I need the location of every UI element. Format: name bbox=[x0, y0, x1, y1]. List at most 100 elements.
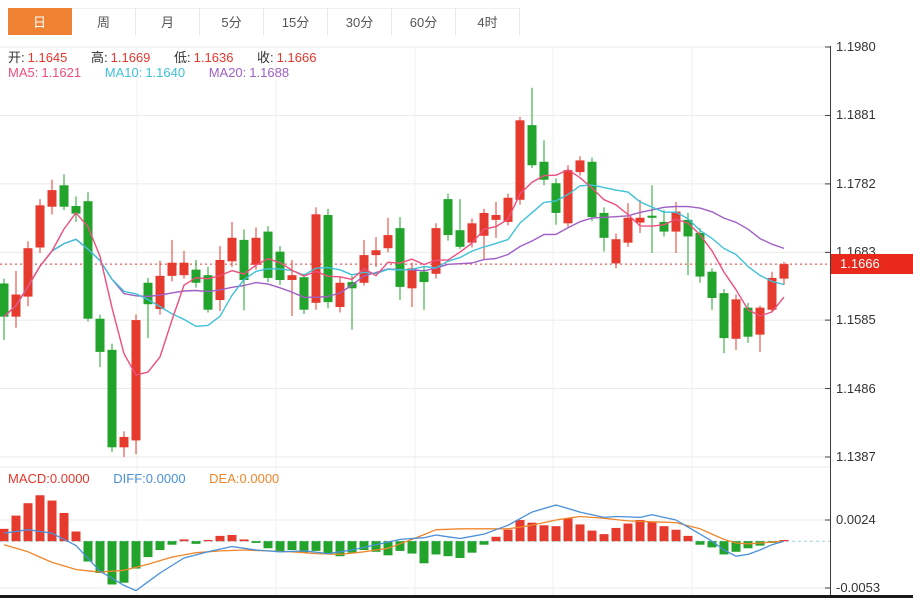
macd-bar bbox=[36, 495, 45, 541]
candle bbox=[576, 156, 585, 175]
macd-bar bbox=[168, 541, 177, 545]
candle bbox=[768, 272, 777, 313]
candle bbox=[636, 200, 645, 233]
diff-label: DIFF: bbox=[113, 471, 146, 486]
close-label: 收: bbox=[257, 50, 274, 65]
open-value: 1.1645 bbox=[28, 50, 68, 65]
candle bbox=[732, 295, 741, 350]
macd-bar bbox=[408, 541, 417, 553]
macd-bar bbox=[288, 541, 297, 550]
candle bbox=[144, 278, 153, 338]
tab-60分[interactable]: 60分 bbox=[392, 8, 456, 35]
tab-5分[interactable]: 5分 bbox=[200, 8, 264, 35]
axis-tick-label: 1.1387 bbox=[836, 449, 876, 464]
candle bbox=[300, 274, 309, 314]
tab-周[interactable]: 周 bbox=[72, 8, 136, 35]
axis-tick-label: 1.1782 bbox=[836, 176, 876, 191]
timeframe-tab-bar: 日周月5分15分30分60分4时 bbox=[0, 0, 913, 40]
macd-bar bbox=[180, 539, 189, 541]
candle bbox=[432, 223, 441, 278]
candle bbox=[228, 222, 237, 267]
macd-bar bbox=[516, 520, 525, 541]
candle bbox=[612, 234, 621, 269]
tab-月[interactable]: 月 bbox=[136, 8, 200, 35]
macd-bar bbox=[564, 518, 573, 541]
ma10-value: 1.1640 bbox=[145, 65, 185, 80]
macd-bar bbox=[588, 531, 597, 542]
candle bbox=[120, 431, 129, 457]
last-price-badge: 1.1666 bbox=[831, 254, 913, 274]
candle bbox=[24, 241, 33, 306]
tab-日[interactable]: 日 bbox=[8, 8, 72, 35]
price-axis bbox=[825, 46, 831, 596]
candle bbox=[132, 315, 141, 455]
bottom-divider bbox=[0, 595, 913, 598]
macd-bar bbox=[576, 524, 585, 541]
macd-bar bbox=[624, 524, 633, 542]
candle bbox=[588, 158, 597, 222]
axis-tick-label: 1.1585 bbox=[836, 312, 876, 327]
tab-30分[interactable]: 30分 bbox=[328, 8, 392, 35]
candle bbox=[600, 207, 609, 251]
axis-tick-label: 1.1980 bbox=[836, 39, 876, 54]
macd-header: MACD:0.0000 DIFF:0.0000 DEA:0.0000 bbox=[8, 471, 282, 486]
macd-bar bbox=[24, 503, 33, 541]
macd-bar bbox=[660, 526, 669, 541]
chart-canvas[interactable] bbox=[0, 0, 913, 602]
tab-4时[interactable]: 4时 bbox=[456, 8, 520, 35]
gridlines bbox=[0, 47, 830, 595]
macd-bar bbox=[636, 520, 645, 541]
macd-bar bbox=[432, 541, 441, 554]
candle bbox=[348, 276, 357, 330]
macd-bar bbox=[744, 541, 753, 548]
axis-tick-label: 0.0024 bbox=[836, 512, 876, 527]
kline-chart-window: 日周月5分15分30分60分4时 开:1.1645 高:1.1669 低:1.1… bbox=[0, 0, 913, 602]
macd-bar bbox=[648, 522, 657, 541]
candle bbox=[0, 279, 9, 341]
macd-bar bbox=[204, 540, 213, 541]
candle bbox=[420, 267, 429, 310]
candle bbox=[708, 268, 717, 309]
candle bbox=[396, 217, 405, 300]
macd-bar bbox=[72, 531, 81, 541]
macd-bar bbox=[504, 530, 513, 541]
candle bbox=[540, 140, 549, 185]
macd-bar bbox=[132, 541, 141, 568]
candle bbox=[384, 218, 393, 253]
tab-15分[interactable]: 15分 bbox=[264, 8, 328, 35]
macd-bar bbox=[12, 516, 21, 542]
macd-bar bbox=[240, 539, 249, 541]
candle bbox=[240, 230, 249, 311]
candle bbox=[780, 262, 789, 285]
low-value: 1.1636 bbox=[194, 50, 234, 65]
diff-value: 0.0000 bbox=[146, 471, 186, 486]
macd-bar bbox=[420, 541, 429, 563]
ma5-label: MA5: bbox=[8, 65, 38, 80]
axis-tick-label: 1.1486 bbox=[836, 381, 876, 396]
candle bbox=[84, 192, 93, 321]
macd-bar bbox=[0, 529, 9, 541]
open-label: 开: bbox=[8, 50, 25, 65]
candle bbox=[48, 180, 57, 215]
macd-bar bbox=[600, 534, 609, 541]
candle bbox=[528, 88, 537, 168]
macd-bar bbox=[612, 528, 621, 541]
ma20-value: 1.1688 bbox=[249, 65, 289, 80]
macd-bar bbox=[192, 541, 201, 544]
macd-bar bbox=[120, 541, 129, 583]
dea-label: DEA: bbox=[209, 471, 239, 486]
axis-tick-label: 1.1881 bbox=[836, 107, 876, 122]
macd-bar bbox=[456, 541, 465, 558]
macd-bar bbox=[156, 541, 165, 550]
candle bbox=[324, 209, 333, 309]
candle bbox=[720, 289, 729, 353]
macd-bar bbox=[552, 526, 561, 541]
high-value: 1.1669 bbox=[111, 50, 151, 65]
candle bbox=[168, 240, 177, 281]
macd-bar bbox=[324, 541, 333, 553]
ma-header: MA5:1.1621 MA10:1.1640 MA20:1.1688 bbox=[8, 65, 292, 80]
macd-bar bbox=[672, 530, 681, 541]
candle bbox=[96, 315, 105, 368]
ma10-line bbox=[4, 185, 784, 326]
macd-bar bbox=[480, 541, 489, 545]
